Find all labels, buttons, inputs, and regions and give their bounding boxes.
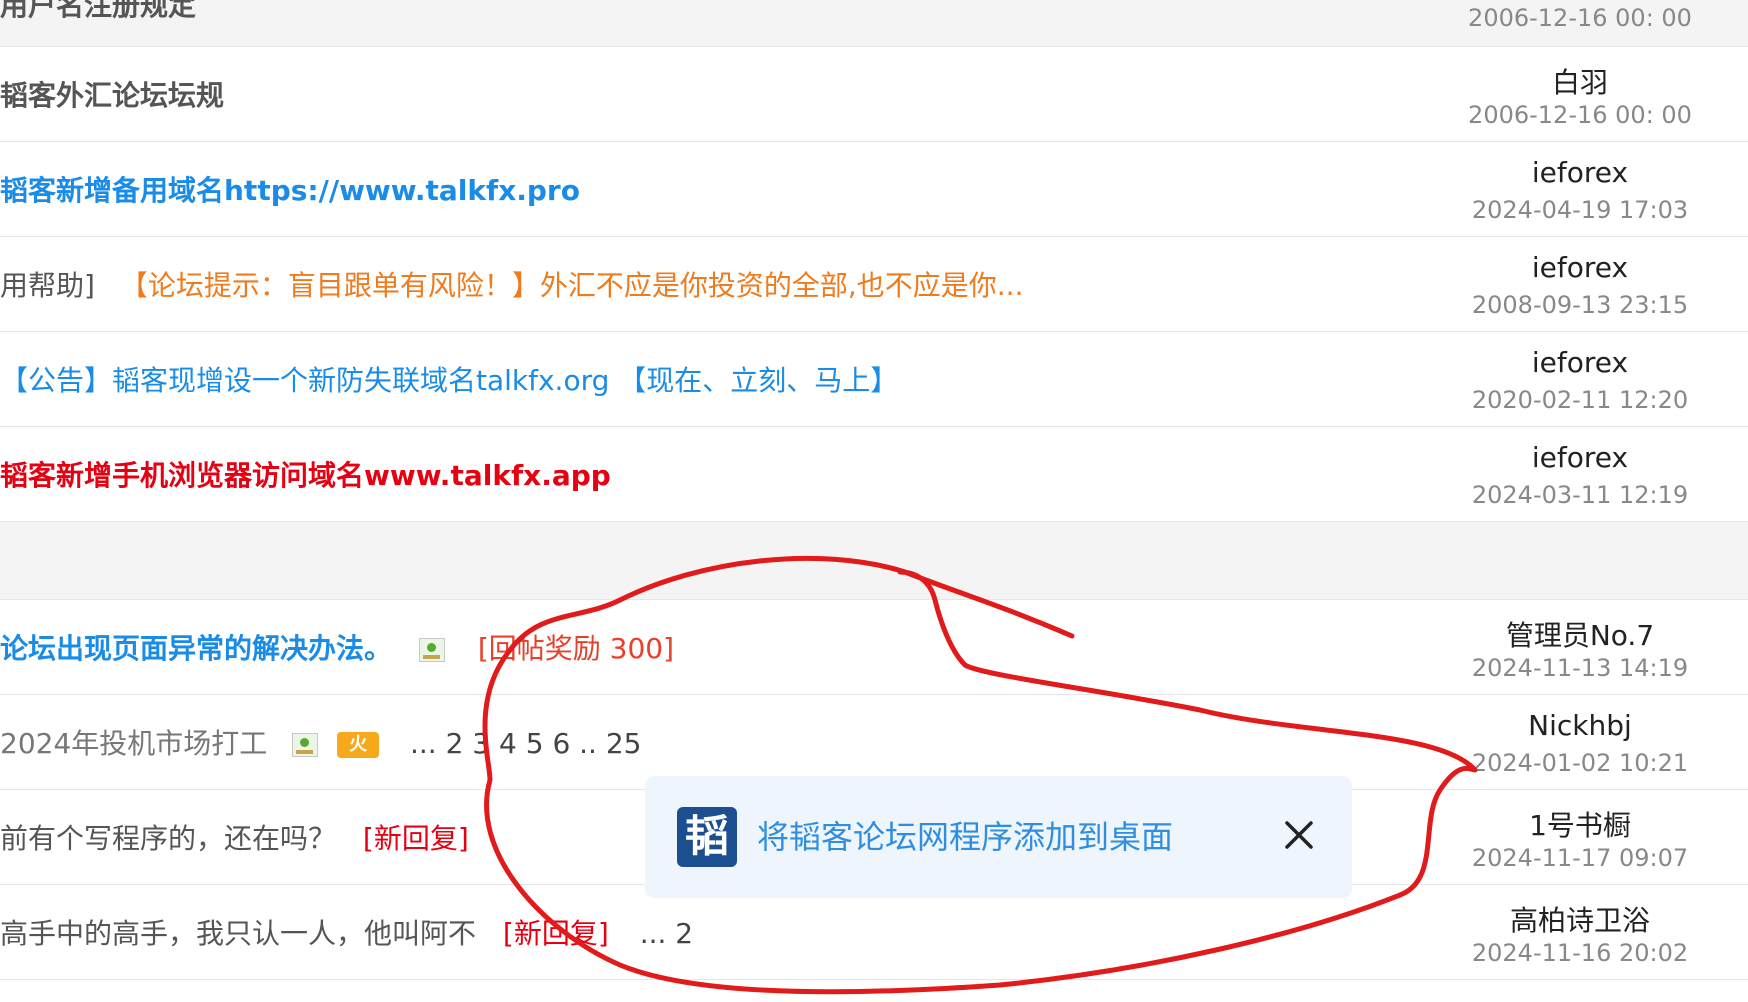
thread-date: 2006-12-16 00: 00 xyxy=(1468,4,1692,32)
close-icon[interactable] xyxy=(1275,811,1323,859)
thread-date: 2024-01-02 10:21 xyxy=(1471,749,1689,777)
thread-author[interactable]: ieforex xyxy=(1480,346,1680,379)
thread-title[interactable]: 韬客新增手机浏览器访问域名www.talkfx.app xyxy=(0,459,611,492)
thread-row: 韬客外汇论坛坛规 白羽 2006-12-16 00: 00 xyxy=(0,47,1748,142)
thread-title[interactable]: 论坛出现页面异常的解决办法。 xyxy=(0,632,392,665)
section-separator xyxy=(0,522,1748,600)
thread-pagination[interactable]: ... 2 3 4 5 6 .. 25 xyxy=(410,727,642,760)
new-reply-tag[interactable]: [新回复] xyxy=(503,917,609,950)
thread-title[interactable]: 韬客新增备用域名https://www.talkfx.pro xyxy=(0,174,580,207)
thread-date: 2008-09-13 23:15 xyxy=(1471,291,1689,319)
forum-page: 用户名注册规定 2006-12-16 00: 00 韬客外汇论坛坛规 白羽 20… xyxy=(0,0,1748,1002)
thread-author[interactable]: 管理员No.7 xyxy=(1480,614,1680,654)
thread-author[interactable]: ieforex xyxy=(1480,441,1680,474)
thread-author[interactable]: Nickhbj xyxy=(1480,709,1680,742)
thread-author[interactable]: ieforex xyxy=(1480,251,1680,284)
thread-date: 2024-03-11 12:19 xyxy=(1471,481,1689,509)
thread-row: 用帮助] 【论坛提示：盲目跟单有风险！】外汇不应是你投资的全部,也不应是你...… xyxy=(0,237,1748,332)
thread-category[interactable]: 用帮助] xyxy=(0,269,95,302)
thread-pagination[interactable]: ... 2 xyxy=(640,917,693,950)
thread-title[interactable]: 【论坛提示：盲目跟单有风险！】外汇不应是你投资的全部,也不应是你... xyxy=(120,269,1024,302)
add-to-desktop-link[interactable]: 将韬客论坛网程序添加到桌面 xyxy=(757,812,1173,858)
image-attachment-icon xyxy=(292,733,319,757)
thread-title[interactable]: 高手中的高手，我只认一人，他叫阿不 xyxy=(0,917,476,950)
thread-row: 韬客新增备用域名https://www.talkfx.pro ieforex 2… xyxy=(0,142,1748,237)
reward-tag: [回帖奖励 300] xyxy=(477,632,675,665)
thread-date: 2006-12-16 00: 00 xyxy=(1468,101,1692,129)
thread-title[interactable]: 2024年投机市场打工 xyxy=(0,727,267,760)
add-to-desktop-toast[interactable]: 韬 将韬客论坛网程序添加到桌面 xyxy=(645,776,1352,898)
image-attachment-icon xyxy=(418,638,445,662)
thread-title[interactable]: 用户名注册规定 xyxy=(0,0,196,22)
thread-row: 韬客新增手机浏览器访问域名www.talkfx.app ieforex 2024… xyxy=(0,427,1748,522)
thread-date: 2024-11-16 20:02 xyxy=(1471,939,1689,967)
thread-date: 2024-11-13 14:19 xyxy=(1471,654,1689,682)
thread-author[interactable]: 高柏诗卫浴 xyxy=(1480,899,1680,939)
thread-author[interactable]: 1号书橱 xyxy=(1480,804,1680,844)
talkfx-logo: 韬 xyxy=(677,807,737,867)
hot-icon: 火 xyxy=(337,732,380,758)
thread-row: 论坛出现页面异常的解决办法。 [回帖奖励 300] 管理员No.7 2024-1… xyxy=(0,600,1748,695)
thread-row: 【公告】韬客现增设一个新防失联域名talkfx.org 【现在、立刻、马上】 i… xyxy=(0,332,1748,427)
thread-date: 2024-11-17 09:07 xyxy=(1471,844,1689,872)
new-reply-tag[interactable]: [新回复] xyxy=(363,822,469,855)
thread-author[interactable]: 白羽 xyxy=(1480,61,1680,101)
thread-row: 用户名注册规定 2006-12-16 00: 00 xyxy=(0,0,1748,47)
thread-title[interactable]: 【公告】韬客现增设一个新防失联域名talkfx.org 【现在、立刻、马上】 xyxy=(0,364,898,397)
thread-row: 高手中的高手，我只认一人，他叫阿不 [新回复] ... 2 高柏诗卫浴 2024… xyxy=(0,885,1748,980)
thread-date: 2020-02-11 12:20 xyxy=(1471,386,1689,414)
thread-title[interactable]: 韬客外汇论坛坛规 xyxy=(0,79,224,112)
thread-title[interactable]: 前有个写程序的，还在吗？ xyxy=(0,822,336,855)
thread-author[interactable]: ieforex xyxy=(1480,156,1680,189)
thread-date: 2024-04-19 17:03 xyxy=(1471,196,1689,224)
